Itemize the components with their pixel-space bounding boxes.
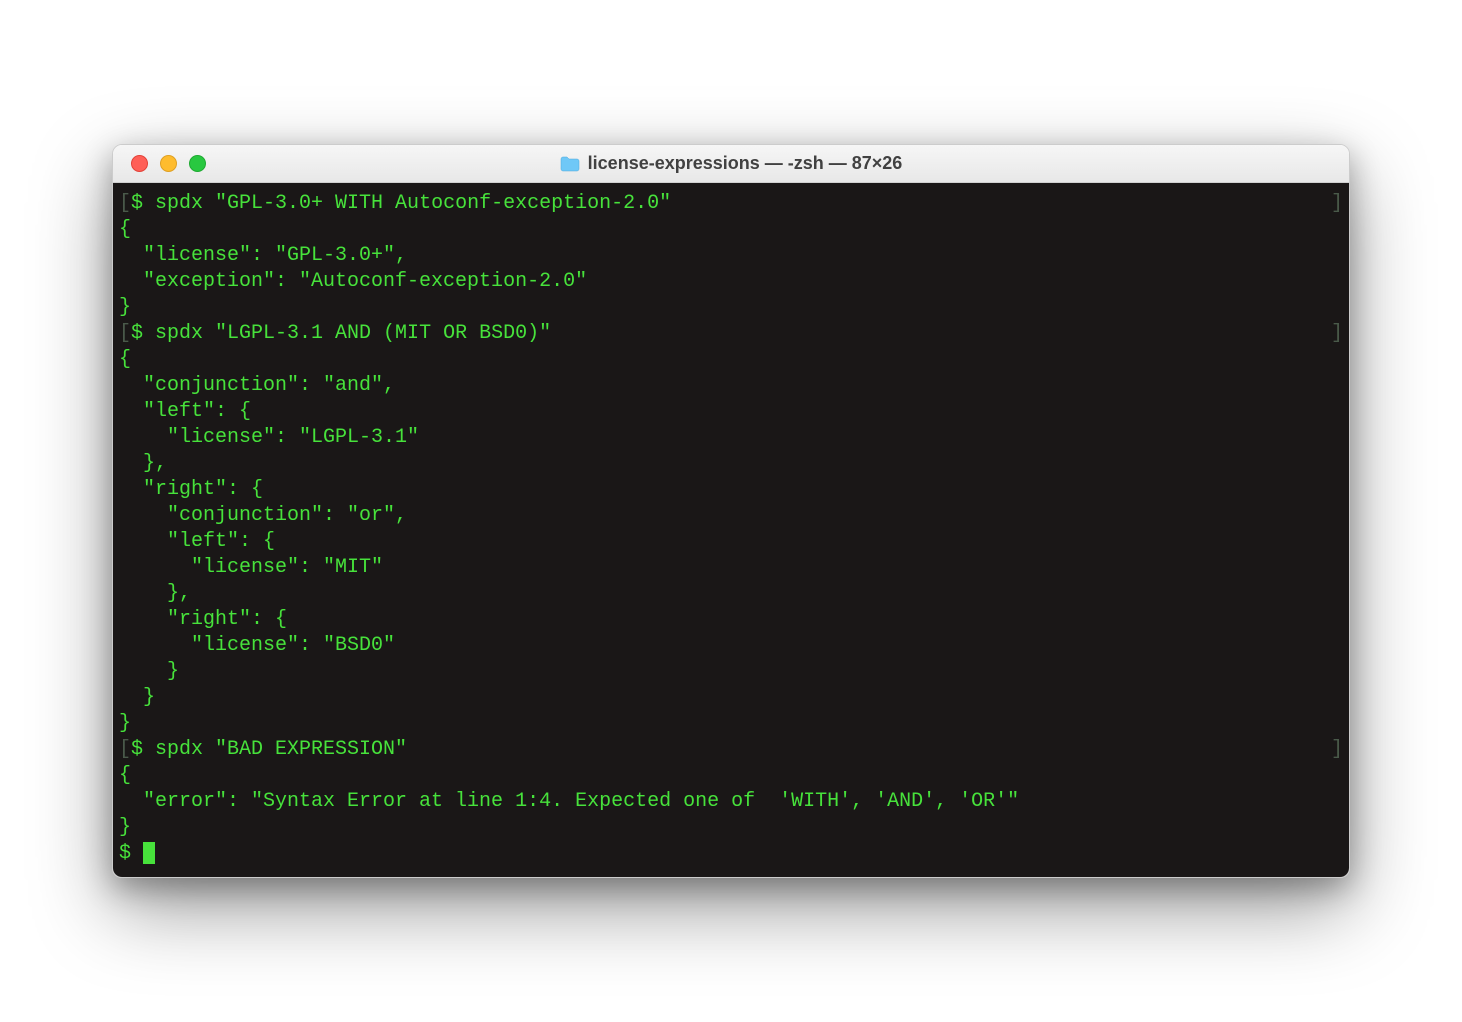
output-line: "license": "BSD0" [119, 633, 1343, 659]
output-line: "exception": "Autoconf-exception-2.0" [119, 269, 1343, 295]
bracket-close: ] [1331, 737, 1343, 763]
traffic-lights [113, 155, 206, 172]
close-button[interactable] [131, 155, 148, 172]
output-line: } [119, 685, 1343, 711]
prompt-text: $ spdx "LGPL-3.1 AND (MIT OR BSD0)" [131, 321, 1331, 347]
bracket-open: [ [119, 737, 131, 763]
output-line: "error": "Syntax Error at line 1:4. Expe… [119, 789, 1343, 815]
output-line: } [119, 711, 1343, 737]
prompt-line: [$ spdx "GPL-3.0+ WITH Autoconf-exceptio… [119, 191, 1343, 217]
output-line: } [119, 815, 1343, 841]
window-title: license-expressions — -zsh — 87×26 [588, 153, 903, 174]
output-line: "license": "MIT" [119, 555, 1343, 581]
bracket-close: ] [1331, 321, 1343, 347]
output-line: }, [119, 581, 1343, 607]
window-titlebar: license-expressions — -zsh — 87×26 [113, 145, 1349, 183]
output-line: { [119, 347, 1343, 373]
bracket-close: ] [1331, 191, 1343, 217]
bracket-open: [ [119, 191, 131, 217]
output-line: } [119, 295, 1343, 321]
prompt-text: $ spdx "GPL-3.0+ WITH Autoconf-exception… [131, 191, 1331, 217]
output-line: "conjunction": "or", [119, 503, 1343, 529]
active-prompt-line[interactable]: $ [119, 841, 1343, 867]
output-line: "left": { [119, 529, 1343, 555]
minimize-button[interactable] [160, 155, 177, 172]
folder-icon [560, 156, 580, 172]
output-line: { [119, 763, 1343, 789]
output-line: "license": "LGPL-3.1" [119, 425, 1343, 451]
terminal-window: license-expressions — -zsh — 87×26 [$ sp… [112, 144, 1350, 878]
output-line: "conjunction": "and", [119, 373, 1343, 399]
output-line: "right": { [119, 477, 1343, 503]
output-line: "license": "GPL-3.0+", [119, 243, 1343, 269]
prompt-line: [$ spdx "BAD EXPRESSION"] [119, 737, 1343, 763]
output-line: }, [119, 451, 1343, 477]
output-line: "right": { [119, 607, 1343, 633]
title-wrap: license-expressions — -zsh — 87×26 [113, 153, 1349, 174]
output-line: { [119, 217, 1343, 243]
cursor-icon [143, 842, 155, 864]
prompt-line: [$ spdx "LGPL-3.1 AND (MIT OR BSD0)"] [119, 321, 1343, 347]
terminal-body[interactable]: [$ spdx "GPL-3.0+ WITH Autoconf-exceptio… [113, 183, 1349, 877]
output-line: "left": { [119, 399, 1343, 425]
maximize-button[interactable] [189, 155, 206, 172]
bracket-open: [ [119, 321, 131, 347]
prompt-text: $ spdx "BAD EXPRESSION" [131, 737, 1331, 763]
output-line: } [119, 659, 1343, 685]
prompt-text: $ [119, 842, 143, 865]
